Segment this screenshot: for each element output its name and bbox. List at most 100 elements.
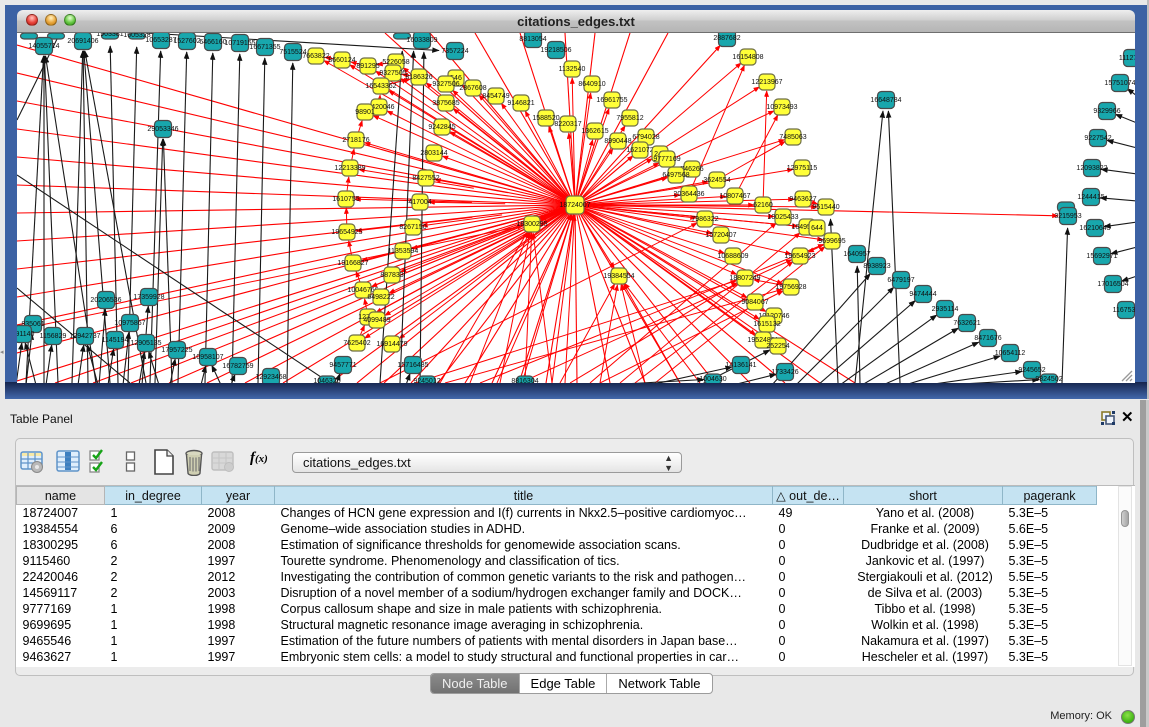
svg-text:16914479: 16914479 xyxy=(376,341,407,348)
svg-text:1112748: 1112748 xyxy=(1119,55,1135,62)
svg-text:1156829: 1156829 xyxy=(40,333,67,340)
svg-text:7663822: 7663822 xyxy=(302,53,329,60)
svg-text:3215953: 3215953 xyxy=(1054,213,1081,220)
svg-text:17957225: 17957225 xyxy=(161,347,192,354)
svg-text:10025433: 10025433 xyxy=(767,214,798,221)
svg-text:11353594: 11353594 xyxy=(388,248,419,255)
svg-text:1004630: 1004630 xyxy=(699,376,726,383)
svg-text:9146821: 9146821 xyxy=(507,100,534,107)
svg-text:3875685: 3875685 xyxy=(432,100,459,107)
svg-text:7357224: 7357224 xyxy=(441,48,468,55)
svg-text:12213967: 12213967 xyxy=(751,79,782,86)
svg-text:1132540: 1132540 xyxy=(559,66,586,73)
svg-text:17016504: 17016504 xyxy=(1097,281,1128,288)
svg-text:8471676: 8471676 xyxy=(974,335,1001,342)
svg-text:1615132: 1615132 xyxy=(753,321,780,328)
svg-text:8427552: 8427552 xyxy=(412,175,439,182)
svg-text:8813054: 8813054 xyxy=(519,36,546,43)
svg-text:9245012: 9245012 xyxy=(413,378,440,383)
svg-text:15720407: 15720407 xyxy=(705,232,736,239)
svg-text:10973493: 10973493 xyxy=(766,104,797,111)
svg-text:417004: 417004 xyxy=(408,199,431,206)
svg-text:12975115: 12975115 xyxy=(787,165,818,172)
svg-text:7625402: 7625402 xyxy=(343,340,370,347)
svg-text:9084067: 9084067 xyxy=(741,299,768,306)
svg-text:2887682: 2887682 xyxy=(713,35,740,42)
svg-text:3624554: 3624554 xyxy=(703,177,730,184)
svg-text:8454749: 8454749 xyxy=(482,93,509,100)
svg-text:16782759: 16782759 xyxy=(222,363,253,370)
svg-text:8660124: 8660124 xyxy=(328,57,355,64)
svg-text:1145194: 1145194 xyxy=(102,337,129,344)
svg-text:891295: 891295 xyxy=(356,63,379,70)
svg-text:12942737: 12942737 xyxy=(69,333,100,340)
svg-text:10654112: 10654112 xyxy=(995,350,1026,357)
svg-text:19654923: 19654923 xyxy=(784,253,815,260)
svg-text:17359928: 17359928 xyxy=(133,294,164,301)
svg-text:8220317: 8220317 xyxy=(554,121,581,128)
svg-text:15716485: 15716485 xyxy=(397,362,428,369)
svg-text:1527602: 1527602 xyxy=(173,38,200,45)
svg-text:9327505: 9327505 xyxy=(379,70,406,77)
svg-text:8816304: 8816304 xyxy=(511,378,538,383)
svg-text:9329966: 9329966 xyxy=(1093,108,1120,115)
svg-text:1903381: 1903381 xyxy=(96,33,123,38)
svg-text:20206536: 20206536 xyxy=(90,297,121,304)
svg-text:7632621: 7632621 xyxy=(953,320,980,327)
svg-text:9699695: 9699695 xyxy=(818,238,845,245)
svg-text:18807249: 18807249 xyxy=(729,275,760,282)
svg-text:9327506: 9327506 xyxy=(432,81,459,88)
svg-text:9777169: 9777169 xyxy=(653,156,680,163)
svg-text:10958107: 10958107 xyxy=(192,354,223,361)
svg-text:1610755: 1610755 xyxy=(332,196,359,203)
svg-text:16154808: 16154808 xyxy=(732,54,763,61)
svg-text:9457771: 9457771 xyxy=(329,362,356,369)
svg-text:7485063: 7485063 xyxy=(779,134,806,141)
svg-text:7955812: 7955812 xyxy=(616,115,643,122)
svg-text:10653287: 10653287 xyxy=(145,37,176,44)
svg-text:20364436: 20364436 xyxy=(673,191,704,198)
svg-text:1621072: 1621072 xyxy=(626,147,653,154)
svg-text:14136141: 14136141 xyxy=(725,362,756,369)
svg-text:10975867: 10975867 xyxy=(114,320,145,327)
svg-text:12213389: 12213389 xyxy=(334,165,365,172)
svg-text:2803144: 2803144 xyxy=(420,150,447,157)
svg-text:1167533: 1167533 xyxy=(1113,307,1135,314)
svg-text:98901: 98901 xyxy=(355,109,375,116)
svg-text:16543362: 16543362 xyxy=(365,83,396,90)
svg-text:9227542: 9227542 xyxy=(1084,135,1111,142)
svg-text:19384554: 19384554 xyxy=(603,273,634,280)
svg-text:10807467: 10807467 xyxy=(719,193,750,200)
svg-text:9463627: 9463627 xyxy=(789,196,816,203)
svg-text:14055714: 14055714 xyxy=(28,43,59,50)
svg-text:19166827: 19166827 xyxy=(337,260,368,267)
svg-text:62160: 62160 xyxy=(753,202,773,209)
svg-text:18300295: 18300295 xyxy=(516,221,547,228)
svg-text:6466160: 6466160 xyxy=(199,39,226,46)
svg-text:8186326: 8186326 xyxy=(405,74,432,81)
svg-text:12093822: 12093822 xyxy=(1076,165,1107,172)
svg-text:8267150: 8267150 xyxy=(399,224,426,231)
svg-text:16961755: 16961755 xyxy=(596,97,627,104)
svg-text:2718176: 2718176 xyxy=(342,137,369,144)
svg-text:887833: 887833 xyxy=(380,272,403,279)
svg-text:16648784: 16648784 xyxy=(870,97,901,104)
svg-text:9515440: 9515440 xyxy=(812,204,839,211)
svg-text:2867608: 2867608 xyxy=(459,85,486,92)
svg-text:6497568: 6497568 xyxy=(662,172,689,179)
svg-text:16033809: 16033809 xyxy=(406,37,437,44)
svg-text:8990448: 8990448 xyxy=(604,138,631,145)
svg-text:15751074: 15751074 xyxy=(1104,80,1135,87)
svg-text:19654925: 19654925 xyxy=(331,229,362,236)
svg-text:8938923: 8938923 xyxy=(863,263,890,270)
svg-text:12923468: 12923468 xyxy=(255,374,286,381)
svg-text:9474444: 9474444 xyxy=(909,291,936,298)
svg-text:391140: 391140 xyxy=(17,331,35,338)
svg-text:9245652: 9245652 xyxy=(1018,367,1045,374)
svg-text:29053346: 29053346 xyxy=(147,126,178,133)
svg-text:12905135: 12905135 xyxy=(130,340,161,347)
svg-text:8640910: 8640910 xyxy=(578,81,605,88)
svg-text:1362615: 1362615 xyxy=(581,128,608,135)
svg-text:1640957: 1640957 xyxy=(843,251,870,258)
svg-text:19218506: 19218506 xyxy=(540,47,571,54)
